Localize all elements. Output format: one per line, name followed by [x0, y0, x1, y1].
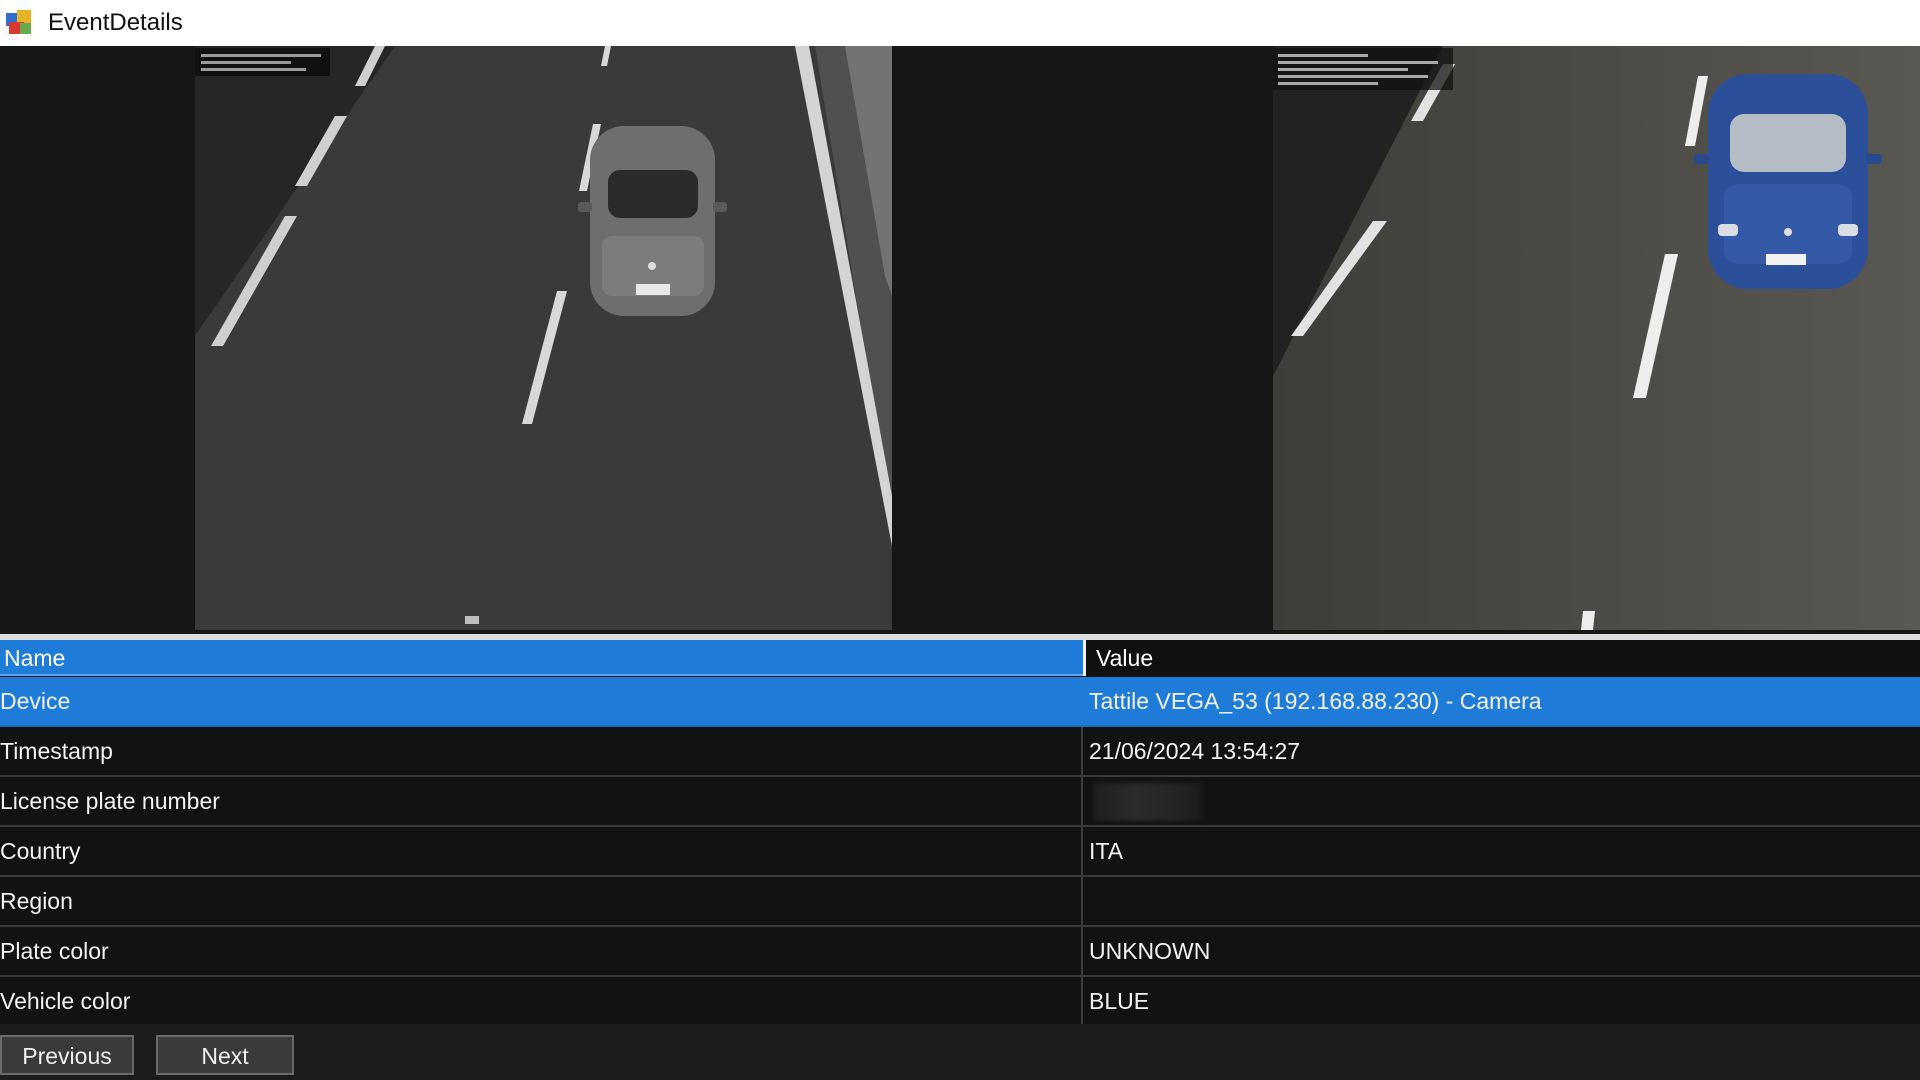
- row-name-cell: Vehicle color: [0, 977, 1083, 1025]
- previous-button[interactable]: Previous: [0, 1035, 134, 1075]
- table-row[interactable]: Vehicle color BLUE: [0, 977, 1920, 1027]
- grid-header: Name Value: [0, 640, 1920, 676]
- table-row[interactable]: Country ITA: [0, 827, 1920, 877]
- row-value-cell: ITA: [1089, 838, 1124, 864]
- row-value-cell: UNKNOWN: [1089, 938, 1211, 964]
- title-bar: EventDetails: [0, 0, 1920, 46]
- event-properties-grid: Name Value Device Tattile VEGA_53 (192.1…: [0, 640, 1920, 1027]
- app-window-icon: [6, 10, 32, 36]
- window-title: EventDetails: [48, 9, 183, 36]
- row-name-cell: Country: [0, 827, 1083, 875]
- column-header-name[interactable]: Name: [0, 640, 1083, 676]
- row-value-cell: BLUE: [1089, 988, 1150, 1014]
- row-value-cell: [1083, 777, 1920, 825]
- row-name-cell: Region: [0, 877, 1083, 925]
- table-row[interactable]: Device Tattile VEGA_53 (192.168.88.230) …: [0, 677, 1920, 727]
- row-value-cell: [1083, 877, 1920, 925]
- row-name-cell: Device: [0, 677, 1083, 725]
- navigation-bar: Previous Next: [0, 1024, 1920, 1080]
- color-camera-image: [1273, 46, 1920, 630]
- row-value-cell: 21/06/2024 13:54:27: [1089, 738, 1301, 764]
- redacted-plate-value: [1093, 783, 1203, 821]
- column-header-value[interactable]: Value: [1086, 640, 1920, 676]
- table-row[interactable]: License plate number: [0, 777, 1920, 827]
- table-row[interactable]: Plate color UNKNOWN: [0, 927, 1920, 977]
- row-name-cell: Timestamp: [0, 727, 1083, 775]
- table-row[interactable]: Timestamp 21/06/2024 13:54:27: [0, 727, 1920, 777]
- row-name-cell: License plate number: [0, 777, 1083, 825]
- ir-camera-image: [195, 46, 892, 630]
- row-name-cell: Plate color: [0, 927, 1083, 975]
- next-button[interactable]: Next: [156, 1035, 294, 1075]
- row-value-cell: Tattile VEGA_53 (192.168.88.230) - Camer…: [1089, 688, 1542, 714]
- camera-images-panel: [0, 46, 1920, 634]
- table-row[interactable]: Region: [0, 877, 1920, 927]
